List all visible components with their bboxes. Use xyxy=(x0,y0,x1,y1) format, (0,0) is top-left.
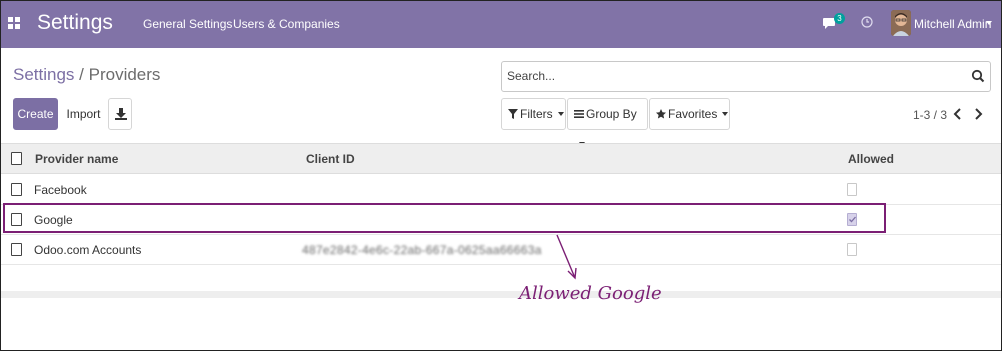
user-avatar[interactable] xyxy=(891,10,911,36)
top-navbar: Settings General Settings Users & Compan… xyxy=(1,1,1001,48)
apps-menu-icon[interactable] xyxy=(8,17,20,29)
allowed-checkbox xyxy=(847,243,857,256)
column-header-provider-name[interactable]: Provider name xyxy=(35,152,118,166)
breadcrumb: Settings / Providers xyxy=(13,65,160,85)
app-title[interactable]: Settings xyxy=(37,11,113,35)
row-select-checkbox[interactable] xyxy=(11,183,22,196)
annotation-label: Allowed Google xyxy=(519,283,662,304)
annotation-arrow-icon xyxy=(556,234,577,280)
column-header-allowed[interactable]: Allowed xyxy=(848,152,894,166)
table-row[interactable]: Facebook xyxy=(1,175,1001,205)
group-by-label: Group By xyxy=(586,107,637,121)
caret-down-icon xyxy=(722,112,729,116)
create-button[interactable]: Create xyxy=(13,98,58,130)
filter-icon xyxy=(508,109,518,119)
search-input[interactable] xyxy=(507,69,957,83)
allowed-checkbox xyxy=(847,183,857,196)
import-button[interactable]: Import xyxy=(60,98,107,130)
breadcrumb-separator: / xyxy=(74,65,89,84)
select-all-checkbox[interactable] xyxy=(11,152,22,165)
menu-users-companies[interactable]: Users & Companies xyxy=(233,17,340,31)
search-box xyxy=(501,61,991,92)
client-id-cell: 487e2842-4e6c-22ab-667a-0625aa66663a xyxy=(302,243,542,257)
breadcrumb-settings-link[interactable]: Settings xyxy=(13,65,74,84)
breadcrumb-current: Providers xyxy=(88,65,161,84)
caret-down-icon[interactable] xyxy=(986,21,992,25)
search-icon[interactable] xyxy=(971,69,985,83)
table-header: Provider name Client ID Allowed xyxy=(1,143,1001,174)
filters-button[interactable]: Filters xyxy=(501,98,566,130)
download-icon xyxy=(115,108,127,120)
provider-name-cell: Odoo.com Accounts xyxy=(34,243,142,257)
pager-value[interactable]: 1-3 / 3 xyxy=(913,108,947,122)
list-icon xyxy=(574,110,584,118)
star-icon xyxy=(656,109,666,119)
favorites-button[interactable]: Favorites xyxy=(649,98,730,130)
chevron-left-icon[interactable] xyxy=(952,107,964,121)
menu-general-settings[interactable]: General Settings xyxy=(143,17,232,31)
caret-down-icon xyxy=(557,112,564,116)
table-row[interactable]: Odoo.com Accounts 487e2842-4e6c-22ab-667… xyxy=(1,235,1001,265)
row-select-checkbox[interactable] xyxy=(11,243,22,256)
chevron-right-icon[interactable] xyxy=(972,107,984,121)
provider-name-cell: Facebook xyxy=(34,183,87,197)
download-button[interactable] xyxy=(108,98,132,130)
column-header-client-id[interactable]: Client ID xyxy=(306,152,355,166)
activity-clock-icon[interactable] xyxy=(861,16,873,28)
filters-label: Filters xyxy=(520,107,553,121)
table-footer xyxy=(1,291,1001,298)
favorites-label: Favorites xyxy=(668,107,718,121)
chat-count-badge: 3 xyxy=(834,13,845,24)
user-name[interactable]: Mitchell Admin xyxy=(914,17,991,31)
screenshot-frame: Settings General Settings Users & Compan… xyxy=(0,0,1002,351)
group-by-button[interactable]: Group By xyxy=(567,98,648,146)
annotation-highlight-box xyxy=(3,203,886,233)
